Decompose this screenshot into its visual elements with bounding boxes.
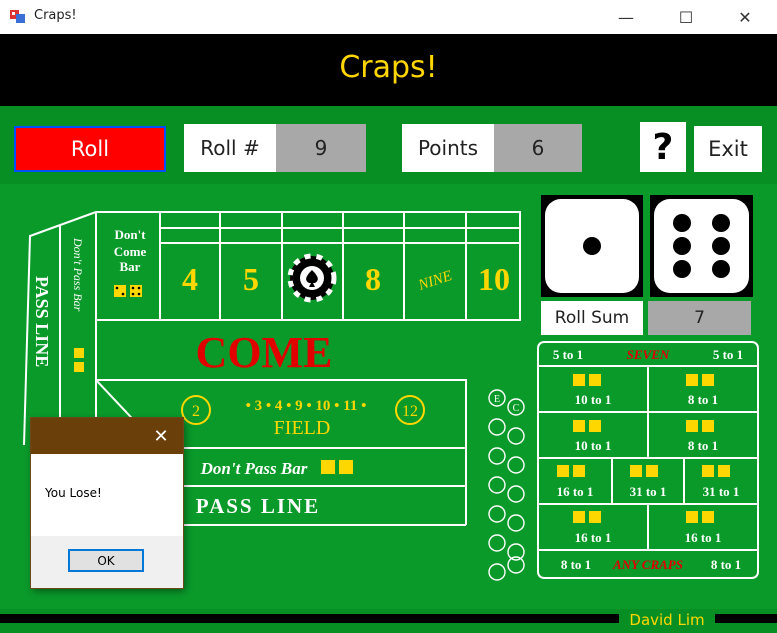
- horn-3-odds[interactable]: 16 to 1: [557, 484, 594, 499]
- ok-button[interactable]: OK: [68, 549, 144, 572]
- hard-6-odds[interactable]: 8 to 1: [688, 438, 718, 453]
- dont-come-bar-line3: Bar: [120, 259, 141, 274]
- message-dialog: ✕ You Lose! OK: [31, 418, 183, 588]
- field-12: 12: [402, 403, 418, 420]
- dont-pass-bar-vertical[interactable]: Don't Pass Bar: [71, 237, 85, 312]
- hard-8-odds[interactable]: 8 to 1: [688, 392, 718, 407]
- dont-come-bar-line1: Don't: [114, 227, 146, 242]
- roll-sum-label: Roll Sum: [541, 301, 643, 335]
- any-seven-bet[interactable]: SEVEN: [627, 347, 670, 362]
- pass-line-vertical[interactable]: PASS LINE: [32, 276, 52, 367]
- pass-line-area[interactable]: PASS LINE: [196, 494, 320, 518]
- dialog-message: You Lose!: [45, 486, 102, 500]
- any-craps-odds-left: 8 to 1: [561, 557, 591, 572]
- place-nine[interactable]: NINE: [416, 268, 454, 294]
- e-letter: E: [494, 394, 500, 405]
- dont-come-bar-dice-icon: [114, 285, 142, 297]
- author-label: David Lim: [619, 609, 715, 631]
- dont-come-bar-line2: Come: [114, 244, 147, 259]
- dialog-close-button[interactable]: ✕: [147, 422, 175, 450]
- dont-pass-bar-dice-icon: [321, 460, 353, 474]
- puck-chip-icon: [287, 253, 337, 303]
- hard-10-odds[interactable]: 10 to 1: [575, 392, 612, 407]
- place-10[interactable]: 10: [478, 261, 510, 297]
- any-craps-odds-right: 8 to 1: [711, 557, 741, 572]
- die-2: [650, 195, 753, 297]
- horn-11-odds-right[interactable]: 16 to 1: [685, 530, 722, 545]
- field-area[interactable]: FIELD: [274, 417, 331, 439]
- die-1-pip: [583, 237, 601, 255]
- proposition-box: [537, 341, 759, 579]
- place-4[interactable]: 4: [182, 261, 198, 297]
- horn-2-odds[interactable]: 31 to 1: [630, 484, 667, 499]
- dont-pass-bar-area[interactable]: Don't Pass Bar: [200, 459, 308, 478]
- c-letter: C: [513, 403, 520, 414]
- seven-odds-left: 5 to 1: [553, 347, 583, 362]
- place-5[interactable]: 5: [243, 261, 259, 297]
- hard-4-odds[interactable]: 10 to 1: [575, 438, 612, 453]
- come-area[interactable]: COME: [196, 328, 333, 377]
- ec-bets-column: E C: [488, 389, 525, 581]
- dont-pass-vertical-dice-icon: [74, 348, 84, 372]
- die-1: [541, 195, 643, 297]
- horn-11-odds-left[interactable]: 16 to 1: [575, 530, 612, 545]
- field-2: 2: [192, 403, 200, 420]
- place-8[interactable]: 8: [365, 261, 381, 297]
- roll-sum-value: 7: [648, 301, 751, 335]
- horn-12-odds[interactable]: 31 to 1: [703, 484, 740, 499]
- field-numbers: • 3 • 4 • 9 • 10 • 11 •: [246, 398, 367, 414]
- any-craps-bet[interactable]: ANY CRAPS: [612, 557, 683, 572]
- seven-odds-right: 5 to 1: [713, 347, 743, 362]
